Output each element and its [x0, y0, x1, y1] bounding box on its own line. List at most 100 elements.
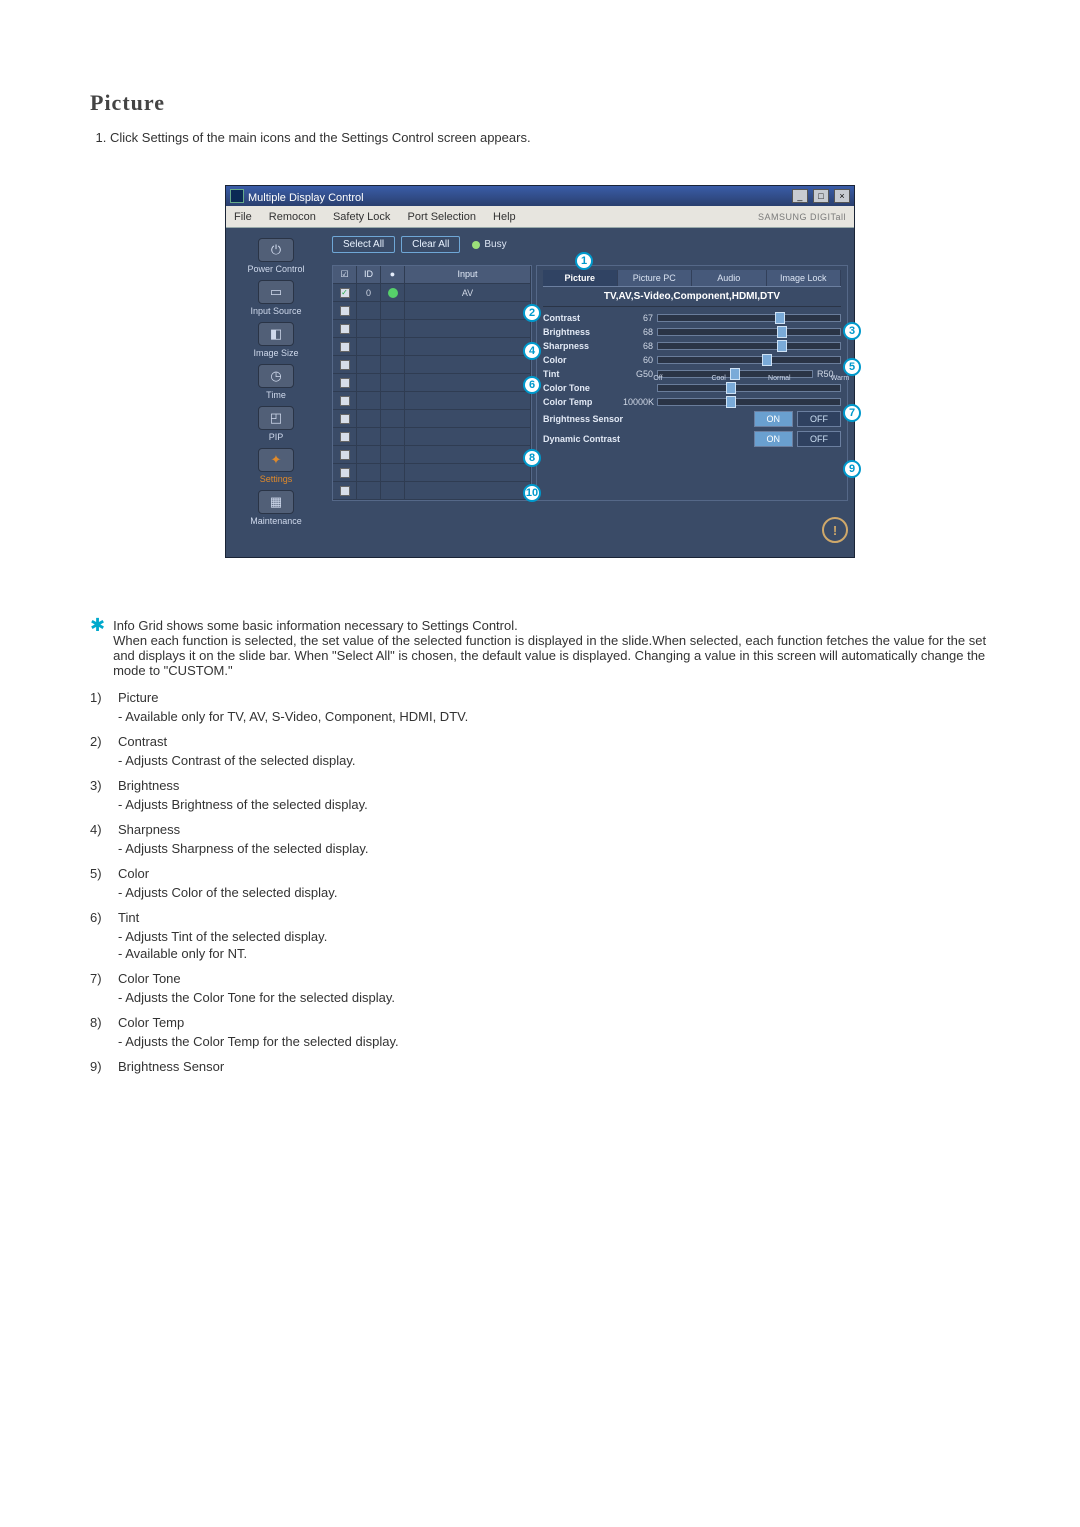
table-row[interactable] [333, 374, 531, 392]
clear-all-button[interactable]: Clear All [401, 236, 460, 253]
toggle-off-button[interactable]: OFF [797, 411, 841, 427]
row-checkbox[interactable] [340, 486, 350, 496]
sharpness-slider[interactable] [657, 342, 841, 350]
toggle-on-button[interactable]: ON [754, 411, 794, 427]
colortone-slider[interactable]: OffCoolNormalWarm [657, 384, 841, 392]
callout-7: 7 [843, 404, 861, 422]
toggle-on-button[interactable]: ON [754, 431, 794, 447]
tab-picture[interactable]: Picture [543, 270, 618, 286]
intro-item: Click Settings of the main icons and the… [110, 130, 990, 145]
table-row[interactable] [333, 302, 531, 320]
titlebar: Multiple Display Control _ □ × [226, 186, 854, 206]
list-item-number: 1) [90, 690, 108, 724]
sidebar-item-image-size[interactable]: ◧ Image Size [253, 322, 298, 358]
sidebar-item-input-source[interactable]: ▭Input Source [250, 280, 301, 316]
slider-handle-icon[interactable] [775, 312, 785, 324]
table-row[interactable] [333, 482, 531, 500]
row-checkbox[interactable] [340, 378, 350, 388]
list-item-desc: - Adjusts the Color Tone for the selecte… [118, 990, 395, 1005]
minimize-icon[interactable]: _ [792, 189, 808, 203]
callout-9: 9 [843, 460, 861, 478]
slider-handle-icon[interactable] [726, 382, 736, 394]
list-item-desc: - Adjusts the Color Temp for the selecte… [118, 1034, 399, 1049]
table-row[interactable] [333, 392, 531, 410]
brightness-value: 68 [623, 327, 657, 337]
contrast-slider[interactable] [657, 314, 841, 322]
sidebar-item-maintenance[interactable]: ▦Maintenance [250, 490, 302, 526]
table-row[interactable]: 0AV [333, 284, 531, 302]
table-row[interactable] [333, 338, 531, 356]
sidebar-item-label: PIP [258, 432, 294, 442]
brightness-label: Brightness [543, 327, 623, 337]
window-controls: _ □ × [790, 189, 850, 203]
tab-picture-pc[interactable]: Picture PC [618, 270, 693, 286]
list-item: 2)Contrast- Adjusts Contrast of the sele… [90, 734, 990, 768]
slider-handle-icon[interactable] [777, 326, 787, 338]
row-input [405, 374, 531, 392]
table-row[interactable] [333, 320, 531, 338]
maximize-icon[interactable]: □ [813, 189, 829, 203]
toggle-off-button[interactable]: OFF [797, 431, 841, 447]
list-item-desc: - Adjusts Contrast of the selected displ… [118, 753, 356, 768]
row-id [357, 482, 381, 500]
row-checkbox[interactable] [340, 396, 350, 406]
row-input [405, 482, 531, 500]
brightness-sensor-label: Brightness Sensor [543, 414, 663, 424]
row-id [357, 392, 381, 410]
menu-safety-lock[interactable]: Safety Lock [333, 211, 390, 223]
close-icon[interactable]: × [834, 189, 850, 203]
list-item-number: 9) [90, 1059, 108, 1078]
slider-handle-icon[interactable] [726, 396, 736, 408]
tab-image-lock[interactable]: Image Lock [767, 270, 842, 286]
slider-handle-icon[interactable] [730, 368, 740, 380]
sidebar-item-power-control[interactable]: ⏻Power Control [247, 238, 304, 274]
slider-handle-icon[interactable] [762, 354, 772, 366]
contrast-row: Contrast67 [543, 311, 841, 325]
row-checkbox[interactable] [340, 324, 350, 334]
row-checkbox[interactable] [340, 450, 350, 460]
menu-port-selection[interactable]: Port Selection [407, 211, 475, 223]
row-id [357, 320, 381, 338]
table-row[interactable] [333, 356, 531, 374]
callout-8: 8 [523, 449, 541, 467]
menu-file[interactable]: File [234, 211, 252, 223]
callout-6: 6 [523, 376, 541, 394]
row-checkbox[interactable] [340, 432, 350, 442]
brightness-slider[interactable] [657, 328, 841, 336]
select-all-button[interactable]: Select All [332, 236, 395, 253]
row-checkbox[interactable] [340, 468, 350, 478]
sidebar-item-time[interactable]: ◷Time [258, 364, 294, 400]
row-input [405, 428, 531, 446]
tab-audio[interactable]: Audio [692, 270, 767, 286]
sidebar-icon: ◧ [258, 322, 294, 346]
color-slider[interactable] [657, 356, 841, 364]
info-grid: ☑ ID ● Input 0AV [332, 265, 532, 501]
row-input [405, 464, 531, 482]
row-checkbox[interactable] [340, 360, 350, 370]
contrast-label: Contrast [543, 313, 623, 323]
row-checkbox[interactable] [340, 288, 350, 298]
sharpness-row: Sharpness68 [543, 339, 841, 353]
row-checkbox[interactable] [340, 306, 350, 316]
star-icon: ✱ [90, 618, 105, 678]
sidebar-item-settings[interactable]: ✦Settings [258, 448, 294, 484]
callout-3: 3 [843, 322, 861, 340]
menu-remocon[interactable]: Remocon [269, 211, 316, 223]
table-row[interactable] [333, 464, 531, 482]
color-row: Color60 [543, 353, 841, 367]
sidebar-item-pip[interactable]: ◰PIP [258, 406, 294, 442]
sidebar-icon: ▭ [258, 280, 294, 304]
slider-handle-icon[interactable] [777, 340, 787, 352]
row-checkbox[interactable] [340, 342, 350, 352]
list-item-heading: Color Temp [118, 1015, 399, 1030]
table-row[interactable] [333, 446, 531, 464]
row-id: 0 [357, 284, 381, 302]
menu-help[interactable]: Help [493, 211, 516, 223]
colortemp-slider[interactable] [657, 398, 841, 406]
table-row[interactable] [333, 410, 531, 428]
row-checkbox[interactable] [340, 414, 350, 424]
sidebar-item-label: Image Size [253, 348, 298, 358]
warning-icon: ! [822, 517, 848, 543]
table-row[interactable] [333, 428, 531, 446]
tint-label: Tint [543, 369, 623, 379]
